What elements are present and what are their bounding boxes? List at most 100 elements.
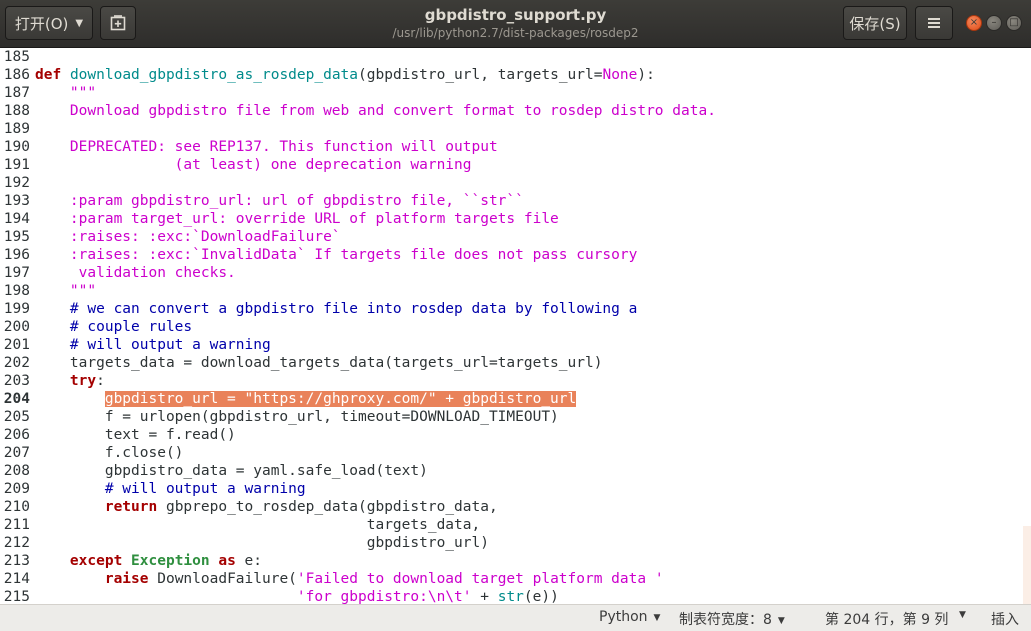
code-token: gbpdistro_url) (35, 535, 489, 551)
window-title-block: gbpdistro_support.py /usr/lib/python2.7/… (300, 6, 731, 41)
new-tab-button[interactable] (100, 6, 136, 40)
code-line[interactable]: 210 return gbprepo_to_rosdep_data(gbpdis… (0, 498, 716, 516)
code-line[interactable]: 192 (0, 174, 716, 192)
code-token: def (35, 67, 62, 83)
code-line[interactable]: 194 :param target_url: override URL of p… (0, 210, 716, 228)
code-line[interactable]: 190 DEPRECATED: see REP137. This functio… (0, 138, 716, 156)
code-line[interactable]: 211 targets_data, (0, 516, 716, 534)
line-number: 214 (3, 571, 30, 587)
insert-mode-indicator[interactable]: 插入 (991, 609, 1019, 629)
code-token: ): (637, 67, 655, 83)
window-title: gbpdistro_support.py (424, 6, 607, 24)
code-token: try (69, 373, 97, 389)
line-number: 197 (3, 265, 30, 281)
code-line[interactable]: 196 :raises: :exc:`InvalidData` If targe… (0, 246, 716, 264)
line-number: 185 (3, 49, 30, 65)
code-line[interactable]: 213 except Exception as e: (0, 552, 716, 570)
line-number: 195 (3, 229, 30, 245)
code-line[interactable]: 191 (at least) one deprecation warning (0, 156, 716, 174)
code-token: :raises: :exc:`InvalidData` If targets f… (35, 247, 638, 263)
code-token: (gbpdistro_url, targets_url= (358, 67, 603, 83)
line-number: 212 (3, 535, 30, 551)
maximize-icon: □ (1009, 17, 1019, 28)
code-token: Download gbpdistro file from web and con… (35, 103, 716, 119)
code-line[interactable]: 206 text = f.read() (0, 426, 716, 444)
code-token: Exception (131, 553, 210, 569)
editor-window: 打开(O) ▼ gbpdistro_support.py /usr/lib/py… (0, 0, 1031, 631)
code-line[interactable]: 193 :param gbpdistro_url: url of gbpdist… (0, 192, 716, 210)
code-token: 'for gbpdistro:\n\t' (296, 589, 472, 604)
line-number: 189 (3, 121, 30, 137)
code-token: except (69, 553, 123, 569)
line-number: 207 (3, 445, 30, 461)
code-line[interactable]: 195 :raises: :exc:`DownloadFailure` (0, 228, 716, 246)
header-bar: 打开(O) ▼ gbpdistro_support.py /usr/lib/py… (0, 0, 1031, 48)
code-line[interactable]: 204 gbpdistro_url = "https://ghproxy.com… (0, 390, 716, 408)
code-token: (e)) (523, 589, 559, 604)
chevron-down-icon: ▼ (75, 17, 84, 29)
code-token: 'Failed to download target platform data… (296, 571, 664, 587)
code-line[interactable]: 214 raise DownloadFailure('Failed to dow… (0, 570, 716, 588)
insert-mode-label: 插入 (991, 612, 1019, 628)
code-line[interactable]: 212 gbpdistro_url) (0, 534, 716, 552)
overview-scroll-marker[interactable] (1023, 526, 1031, 604)
code-line[interactable]: 208 gbpdistro_data = yaml.safe_load(text… (0, 462, 716, 480)
line-number: 215 (3, 589, 30, 604)
code-line[interactable]: 188 Download gbpdistro file from web and… (0, 102, 716, 120)
cursor-position[interactable]: 第 204 行，第 9 列 (825, 609, 948, 629)
code-line[interactable]: 201 # will output a warning (0, 336, 716, 354)
code-editor[interactable]: 185 186 def download_gbpdistro_as_rosdep_d… (0, 48, 1031, 604)
code-line[interactable]: 207 f.close() (0, 444, 716, 462)
code-token: download_gbpdistro_as_rosdep_data (69, 67, 359, 83)
code-token: (at least) one deprecation warning (35, 157, 472, 173)
code-token: validation checks. (35, 265, 236, 281)
language-selector[interactable]: Python ▼ (599, 609, 660, 625)
code-token: # couple rules (35, 319, 193, 335)
menu-button[interactable] (915, 6, 953, 40)
code-token: text = f.read() (35, 427, 236, 443)
line-number: 199 (3, 301, 30, 317)
code-line[interactable]: 209 # will output a warning (0, 480, 716, 498)
maximize-window-button[interactable]: □ (1006, 15, 1022, 31)
code-line[interactable]: 199 # we can convert a gbpdistro file in… (0, 300, 716, 318)
selected-text: gbpdistro_url = "https://ghproxy.com/" +… (104, 391, 577, 407)
code-line[interactable]: 200 # couple rules (0, 318, 716, 336)
code-line[interactable]: 215 'for gbpdistro:\n\t' + str(e)) (0, 588, 716, 604)
new-document-icon (110, 15, 126, 31)
window-subtitle: /usr/lib/python2.7/dist-packages/rosdep2 (392, 26, 639, 40)
line-number: 201 (3, 337, 30, 353)
language-label: Python (599, 609, 648, 625)
code-line[interactable]: 186 def download_gbpdistro_as_rosdep_data… (0, 66, 716, 84)
code-token: targets_data, (35, 517, 481, 533)
code-line[interactable]: 189 (0, 120, 716, 138)
line-number: 204 (3, 391, 30, 407)
tab-width-selector[interactable]: 制表符宽度：8 ▼ (679, 609, 785, 629)
line-number: 211 (3, 517, 30, 533)
line-number: 194 (3, 211, 30, 227)
code-token: # will output a warning (35, 337, 271, 353)
code-token: str (497, 589, 524, 604)
code-token: # will output a warning (35, 481, 306, 497)
code-line[interactable]: 198 """ (0, 282, 716, 300)
code-line[interactable]: 185 (0, 48, 716, 66)
code-token: f.close() (35, 445, 184, 461)
code-token: f = urlopen(gbpdistro_url, timeout=DOWNL… (35, 409, 559, 425)
code-line[interactable]: 202 targets_data = download_targets_data… (0, 354, 716, 372)
tab-width-label: 制表符宽度：8 (679, 612, 772, 628)
code-line[interactable]: 187 """ (0, 84, 716, 102)
minimize-window-button[interactable]: – (986, 15, 1002, 31)
code-token: gbpdistro_data = yaml.safe_load(text) (35, 463, 428, 479)
line-number: 200 (3, 319, 30, 335)
code-line[interactable]: 203 try: (0, 372, 716, 390)
code-line[interactable]: 197 validation checks. (0, 264, 716, 282)
minimize-icon: – (991, 17, 997, 28)
line-number: 196 (3, 247, 30, 263)
save-button[interactable]: 保存(S) (843, 6, 907, 40)
open-button[interactable]: 打开(O) ▼ (5, 6, 93, 40)
close-window-button[interactable]: × (966, 15, 982, 31)
chevron-down-icon[interactable]: ▼ (959, 610, 966, 620)
code-line[interactable]: 205 f = urlopen(gbpdistro_url, timeout=D… (0, 408, 716, 426)
